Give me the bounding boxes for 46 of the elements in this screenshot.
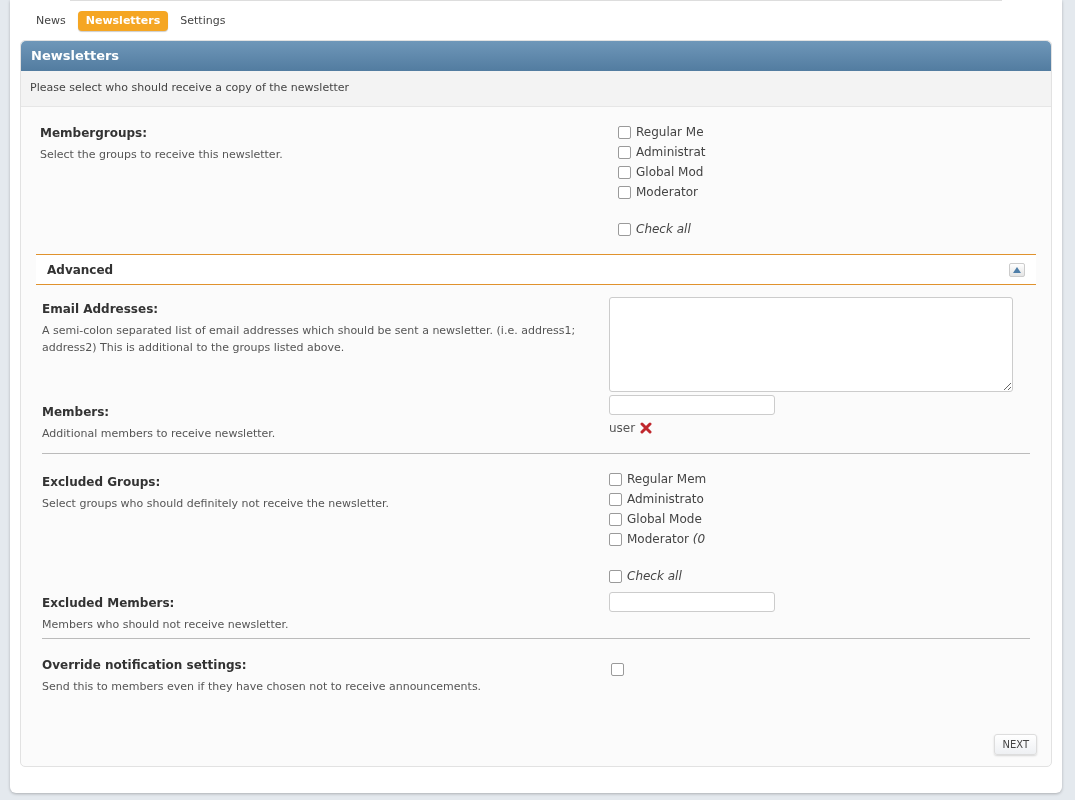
field-help: Additional members to receive newsletter.	[42, 426, 277, 442]
checkbox[interactable]	[609, 569, 622, 583]
field-help: Send this to members even if they have chosen not to receive announcements.	[42, 679, 483, 695]
group-label: Regular Mem	[627, 471, 707, 488]
collapse-button[interactable]	[1009, 262, 1025, 277]
excluded-members-field[interactable]	[609, 592, 775, 612]
checkbox[interactable]	[611, 663, 624, 676]
field-label: Excluded Members:	[42, 595, 176, 612]
field-help: Select groups who should definitely not receive the newsletter.	[42, 496, 391, 512]
check-all-label: Check all	[627, 568, 682, 585]
checkbox[interactable]	[609, 492, 622, 506]
checkbox[interactable]	[609, 472, 622, 486]
group-label: Regular Me	[636, 124, 704, 141]
section-title: Advanced	[47, 261, 114, 279]
caret-icon	[1013, 266, 1021, 273]
tab[interactable]: Settings	[172, 11, 234, 31]
field-label: Members:	[42, 404, 111, 421]
group-label: Global Mod	[636, 164, 704, 181]
checkbox[interactable]	[609, 512, 622, 526]
group-label: Moderator (0	[627, 531, 706, 548]
group-label: Moderator	[636, 184, 698, 201]
group-label: Administrat	[636, 144, 706, 161]
checkbox[interactable]	[618, 165, 631, 179]
field-help: Select the groups to receive this newsletter.	[40, 147, 284, 163]
field-label: Email Addresses:	[42, 301, 160, 318]
members-field[interactable]	[609, 395, 775, 415]
field-label: Override notification settings:	[42, 657, 248, 674]
panel-header: Newsletters	[21, 41, 1051, 71]
checkbox[interactable]	[618, 185, 631, 199]
field-help: A semi-colon separated list of email addresses which should be sent a newsletter. (i.e. address1; address2) This is additional to the groups listed above.	[42, 323, 577, 356]
field-help: Members who should not receive newsletter.	[42, 617, 290, 633]
group-label: Administrato	[627, 491, 704, 508]
check-all-label: Check all	[636, 221, 691, 238]
field-label: Membergroups:	[40, 125, 149, 142]
checkbox[interactable]	[609, 532, 622, 546]
checkbox[interactable]	[618, 222, 631, 236]
checkbox[interactable]	[618, 145, 631, 159]
group-label: Global Mode	[627, 511, 702, 528]
field-label: Excluded Groups:	[42, 474, 162, 491]
checkbox[interactable]	[618, 125, 631, 139]
tab[interactable]: News	[28, 11, 74, 31]
email-addresses-field[interactable]	[609, 297, 1013, 392]
panel-description: Please select who should receive a copy of the newsletter	[21, 71, 1051, 107]
next-button[interactable]: NEXT	[994, 734, 1037, 755]
member-name: user	[609, 420, 636, 437]
remove-icon[interactable]	[640, 422, 653, 434]
